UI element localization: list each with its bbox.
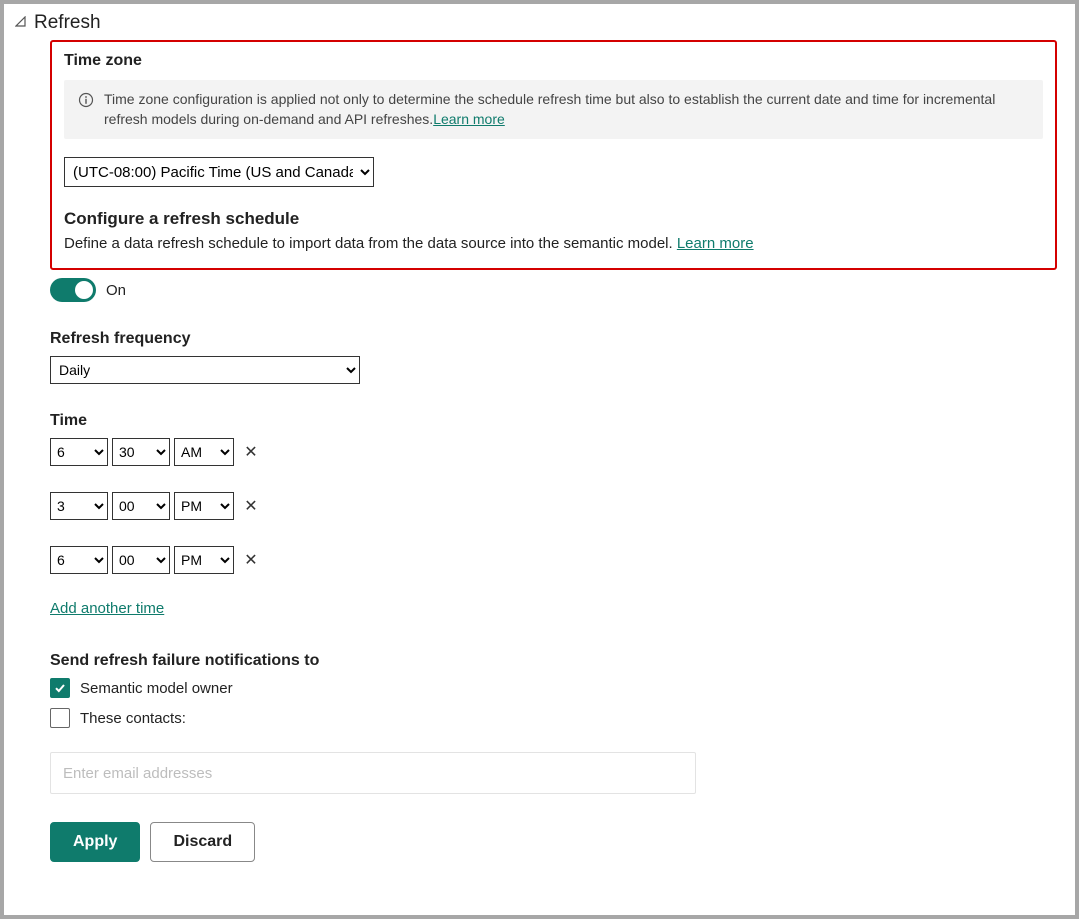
remove-time-icon[interactable]: ✕ (242, 551, 260, 569)
remove-time-icon[interactable]: ✕ (242, 443, 260, 461)
toggle-state-label: On (106, 282, 126, 299)
timezone-title: Time zone (64, 52, 1043, 70)
schedule-desc-text: Define a data refresh schedule to import… (64, 235, 677, 252)
highlight-box: Time zone Time zone configuration is app… (50, 40, 1057, 270)
section-header[interactable]: Refresh (14, 10, 1065, 40)
time-minute-select[interactable]: 00 (112, 546, 170, 574)
time-minute-select[interactable]: 00 (112, 492, 170, 520)
time-row-2: 6 00 PM ✕ (50, 546, 1057, 574)
contacts-email-input[interactable] (50, 752, 696, 794)
time-minute-select[interactable]: 30 (112, 438, 170, 466)
notify-label: Send refresh failure notifications to (50, 652, 1057, 670)
apply-button[interactable]: Apply (50, 822, 140, 862)
frequency-label: Refresh frequency (50, 330, 1057, 348)
time-hour-select[interactable]: 6 (50, 438, 108, 466)
schedule-toggle[interactable] (50, 278, 96, 302)
timezone-info-body: Time zone configuration is applied not o… (104, 91, 995, 127)
frequency-select[interactable]: Daily (50, 356, 360, 384)
contacts-checkbox-label: These contacts: (80, 710, 186, 727)
time-hour-select[interactable]: 3 (50, 492, 108, 520)
time-hour-select[interactable]: 6 (50, 546, 108, 574)
timezone-learn-more-link[interactable]: Learn more (433, 111, 505, 127)
time-ampm-select[interactable]: PM (174, 492, 234, 520)
timezone-select[interactable]: (UTC-08:00) Pacific Time (US and Canada) (64, 157, 374, 187)
contacts-checkbox[interactable] (50, 708, 70, 728)
owner-checkbox-label: Semantic model owner (80, 680, 233, 697)
time-ampm-select[interactable]: PM (174, 546, 234, 574)
timezone-info-text: Time zone configuration is applied not o… (104, 90, 1029, 129)
refresh-settings-panel: Refresh Time zone Time zone configuratio… (0, 0, 1079, 919)
schedule-desc: Define a data refresh schedule to import… (64, 235, 1043, 252)
header-title: Refresh (34, 12, 101, 34)
owner-checkbox[interactable] (50, 678, 70, 698)
collapse-icon (14, 15, 28, 31)
timezone-info-banner: Time zone configuration is applied not o… (64, 80, 1043, 139)
time-ampm-select[interactable]: AM (174, 438, 234, 466)
info-icon (78, 92, 94, 108)
time-row-1: 3 00 PM ✕ (50, 492, 1057, 520)
remove-time-icon[interactable]: ✕ (242, 497, 260, 515)
time-row-0: 6 30 AM ✕ (50, 438, 1057, 466)
time-label: Time (50, 412, 1057, 430)
schedule-learn-more-link[interactable]: Learn more (677, 235, 754, 252)
discard-button[interactable]: Discard (150, 822, 255, 862)
schedule-title: Configure a refresh schedule (64, 209, 1043, 229)
add-another-time-link[interactable]: Add another time (50, 600, 164, 617)
